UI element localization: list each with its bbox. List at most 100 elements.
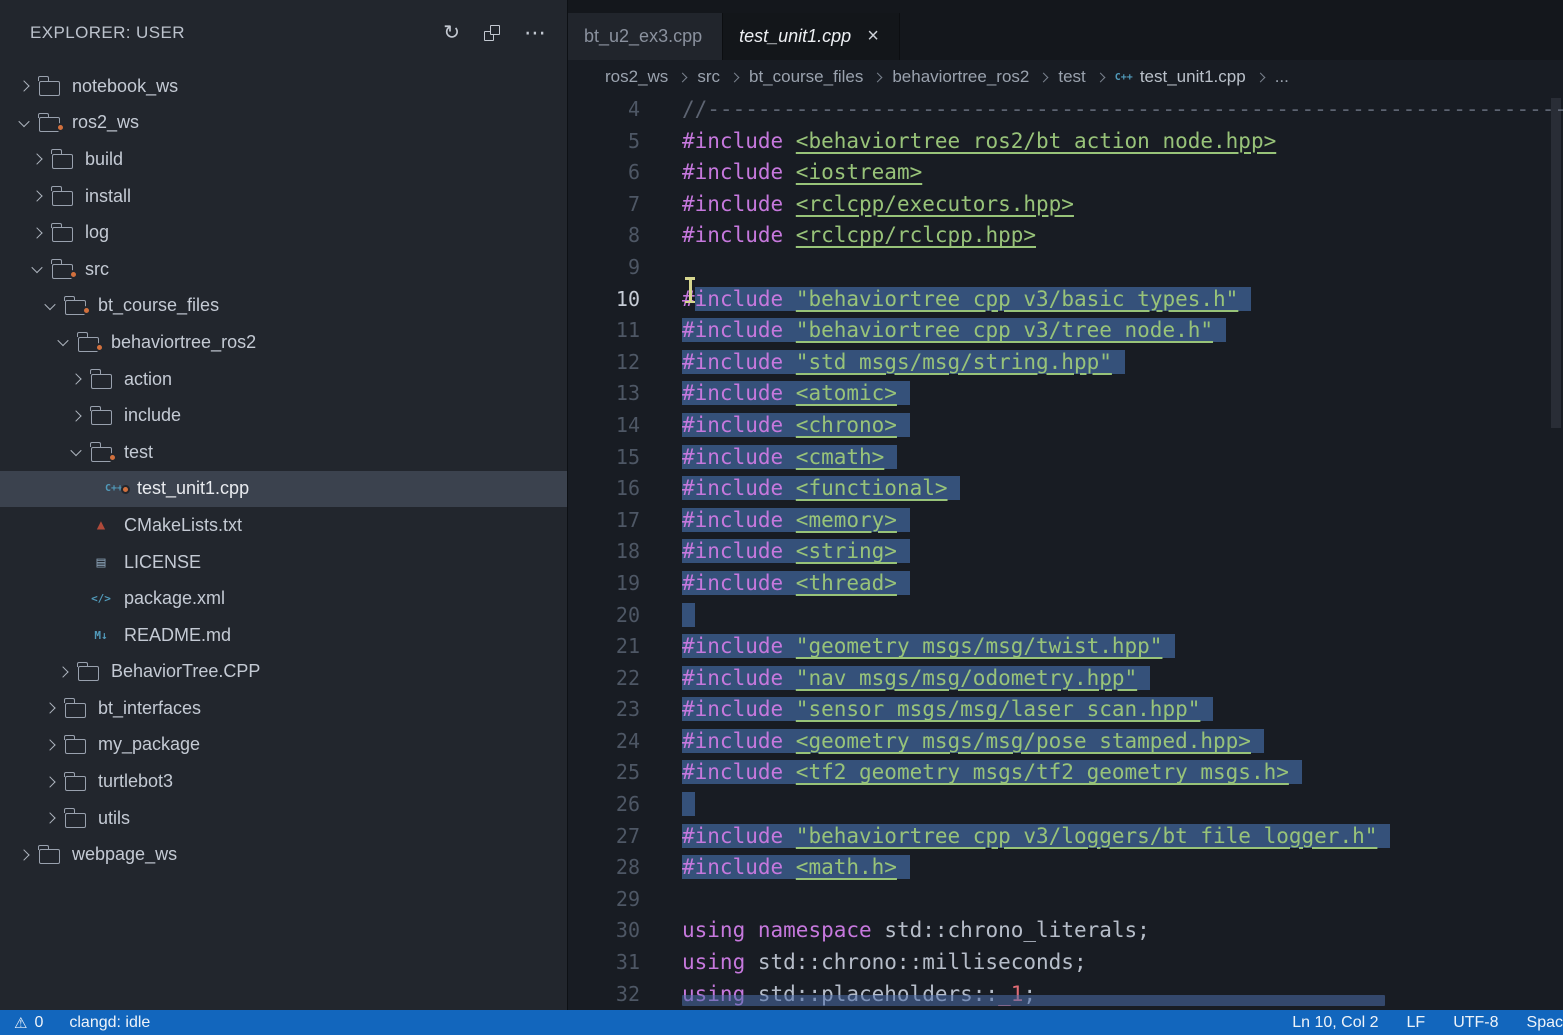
tree-item-install[interactable]: install: [0, 178, 567, 215]
code-text[interactable]: #include "std_msgs/msg/string.hpp": [682, 347, 1125, 379]
code-line: 22#include "nav_msgs/msg/odometry.hpp": [568, 663, 1563, 695]
code-text[interactable]: using std::chrono::milliseconds;: [682, 947, 1087, 979]
code-text[interactable]: #include <iostream>: [682, 157, 922, 189]
chevron-right-icon[interactable]: [57, 666, 68, 677]
code-text[interactable]: #include "sensor_msgs/msg/laser_scan.hpp…: [682, 694, 1213, 726]
code-text[interactable]: #include <tf2_geometry_msgs/tf2_geometry…: [682, 757, 1302, 789]
status-label: 0: [34, 1014, 43, 1032]
tree-item-behaviortree-cpp[interactable]: BehaviorTree.CPP: [0, 654, 567, 691]
vertical-scrollbar[interactable]: [1551, 98, 1561, 428]
tree-item-turtlebot3[interactable]: turtlebot3: [0, 763, 567, 800]
breadcrumb-item-ros2-ws[interactable]: ros2_ws: [605, 67, 668, 87]
chevron-right-icon[interactable]: [44, 776, 55, 787]
code-text[interactable]: #include <string>: [682, 536, 910, 568]
code-text[interactable]: #include <chrono>: [682, 410, 910, 442]
tree-item-include[interactable]: include: [0, 397, 567, 434]
chevron-right-icon[interactable]: [31, 154, 42, 165]
tree-item-build[interactable]: build: [0, 141, 567, 178]
tree-item-ros2-ws[interactable]: ros2_ws: [0, 105, 567, 142]
tree-item-utils[interactable]: utils: [0, 800, 567, 837]
status-clangd-status[interactable]: clangd: idle: [69, 1014, 150, 1032]
code-text[interactable]: #include <atomic>: [682, 378, 910, 410]
tree-item-test[interactable]: test: [0, 434, 567, 471]
refresh-icon[interactable]: ↻: [443, 23, 460, 43]
tab-test-unit1-cpp[interactable]: test_unit1.cpp×: [723, 13, 900, 60]
code-text[interactable]: #include "behaviortree_cpp_v3/loggers/bt…: [682, 821, 1390, 853]
line-number: 12: [568, 347, 640, 379]
chevron-right-icon[interactable]: [44, 739, 55, 750]
tree-item-my-package[interactable]: my_package: [0, 727, 567, 764]
line-number: 20: [568, 600, 640, 632]
code-text[interactable]: #include "behaviortree_cpp_v3/basic_type…: [682, 284, 1251, 316]
chevron-right-icon[interactable]: [70, 410, 81, 421]
chevron-right-icon[interactable]: [31, 190, 42, 201]
code-editor[interactable]: 4//-------------------------------------…: [568, 94, 1563, 1010]
tree-item-log[interactable]: log: [0, 214, 567, 251]
status-warnings[interactable]: ⚠0: [14, 1014, 43, 1032]
code-text[interactable]: using namespace std::chrono_literals;: [682, 915, 1150, 947]
code-text[interactable]: [682, 600, 695, 632]
code-text[interactable]: //--------------------------------------…: [682, 94, 1563, 126]
chevron-down-icon[interactable]: [18, 116, 29, 127]
tree-item-bt-course-files[interactable]: bt_course_files: [0, 288, 567, 325]
explorer-header: EXPLORER: USER ↻ ⋯: [0, 0, 567, 66]
code-text[interactable]: #include "geometry_msgs/msg/twist.hpp": [682, 631, 1175, 663]
chevron-down-icon[interactable]: [70, 445, 81, 456]
tree-item-action[interactable]: action: [0, 361, 567, 398]
status-end-of-line[interactable]: LF: [1407, 1014, 1426, 1032]
tab-bt-u2-ex3-cpp[interactable]: bt_u2_ex3.cpp: [568, 13, 723, 60]
code-text[interactable]: #include <functional>: [682, 473, 960, 505]
breadcrumb-item-bt-course-files[interactable]: bt_course_files: [749, 67, 863, 87]
code-text[interactable]: #include <geometry_msgs/msg/pose_stamped…: [682, 726, 1264, 758]
code-text[interactable]: #include <thread>: [682, 568, 910, 600]
code-text[interactable]: #include <behaviortree_ros2/bt_action_no…: [682, 126, 1276, 158]
code-text[interactable]: #include <rclcpp/executors.hpp>: [682, 189, 1074, 221]
tree-item-readme-md[interactable]: M↓README.md: [0, 617, 567, 654]
code-text[interactable]: [682, 789, 695, 821]
code-text[interactable]: #include "nav_msgs/msg/odometry.hpp": [682, 663, 1150, 695]
tree-item-label: install: [85, 186, 131, 207]
code-text[interactable]: #include <rclcpp/rclcpp.hpp>: [682, 220, 1036, 252]
collapse-all-icon[interactable]: [484, 25, 500, 41]
tree-item-notebook-ws[interactable]: notebook_ws: [0, 68, 567, 105]
tree-item-package-xml[interactable]: </>package.xml: [0, 580, 567, 617]
chevron-right-icon[interactable]: [18, 81, 29, 92]
tree-item-label: webpage_ws: [72, 844, 177, 865]
code-text[interactable]: #include <memory>: [682, 505, 910, 537]
tree-item-test-unit1-cpp[interactable]: C++test_unit1.cpp: [0, 471, 567, 508]
breadcrumb-item-test-unit1-cpp[interactable]: C++test_unit1.cpp: [1115, 67, 1246, 87]
code-text[interactable]: #include <math.h>: [682, 852, 910, 884]
status-indentation[interactable]: Spac: [1527, 1014, 1563, 1032]
selection-highlight: [682, 603, 695, 627]
tree-item-src[interactable]: src: [0, 251, 567, 288]
tree-item-license[interactable]: ▤LICENSE: [0, 544, 567, 581]
explorer-sidebar: EXPLORER: USER ↻ ⋯ notebook_wsros2_wsbui…: [0, 0, 568, 1010]
tree-item-behaviortree-ros2[interactable]: behaviortree_ros2: [0, 324, 567, 361]
breadcrumb-overflow[interactable]: ...: [1275, 67, 1289, 87]
selection-highlight: #include "std_msgs/msg/string.hpp": [682, 350, 1125, 374]
code-text[interactable]: #include <cmath>: [682, 442, 897, 474]
more-actions-icon[interactable]: ⋯: [524, 22, 547, 44]
close-icon[interactable]: ×: [867, 25, 879, 48]
chevron-right-icon[interactable]: [44, 703, 55, 714]
status-cursor-position[interactable]: Ln 10, Col 2: [1292, 1014, 1378, 1032]
warning-icon: ⚠: [14, 1014, 27, 1032]
chevron-down-icon[interactable]: [31, 262, 42, 273]
tree-item-cmakelists-txt[interactable]: ▲CMakeLists.txt: [0, 507, 567, 544]
breadcrumb-item-behaviortree-ros2[interactable]: behaviortree_ros2: [892, 67, 1029, 87]
breadcrumb-item-src[interactable]: src: [697, 67, 720, 87]
chevron-right-icon[interactable]: [31, 227, 42, 238]
chevron-right-icon[interactable]: [44, 813, 55, 824]
horizontal-scrollbar[interactable]: [682, 995, 1385, 1006]
chevron-down-icon[interactable]: [57, 335, 68, 346]
code-text[interactable]: #include "behaviortree_cpp_v3/tree_node.…: [682, 315, 1226, 347]
breadcrumb-item-test[interactable]: test: [1058, 67, 1085, 87]
chevron-right-icon[interactable]: [70, 373, 81, 384]
selection-highlight: #include <geometry_msgs/msg/pose_stamped…: [682, 729, 1264, 753]
chevron-right-icon: [1039, 72, 1049, 82]
status-encoding[interactable]: UTF-8: [1453, 1014, 1498, 1032]
tree-item-bt-interfaces[interactable]: bt_interfaces: [0, 690, 567, 727]
chevron-down-icon[interactable]: [44, 299, 55, 310]
tree-item-webpage-ws[interactable]: webpage_ws: [0, 836, 567, 873]
chevron-right-icon[interactable]: [18, 849, 29, 860]
